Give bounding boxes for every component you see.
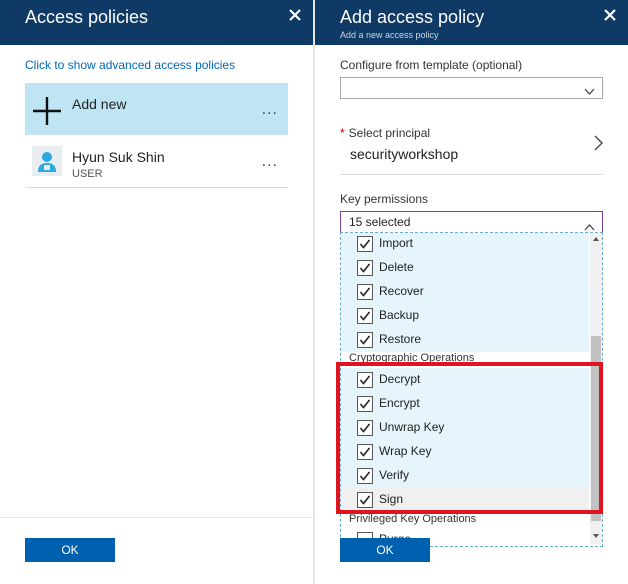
blade-title: Access policies <box>25 7 149 27</box>
select-principal[interactable]: * Select principal securityworkshop <box>340 118 603 175</box>
permission-label: Backup <box>379 308 420 322</box>
add-new-button[interactable]: Add new ... <box>25 83 288 135</box>
permission-option[interactable]: Sign <box>341 488 589 512</box>
user-avatar-icon <box>32 146 62 176</box>
permission-option[interactable]: Verify <box>341 464 589 488</box>
group-header-cryptographic: Cryptographic Operations <box>349 352 475 364</box>
permission-label: Restore <box>379 332 422 346</box>
permission-label: Decrypt <box>379 372 421 386</box>
permission-option[interactable]: Backup <box>341 304 589 328</box>
more-options-icon[interactable]: ... <box>262 101 278 119</box>
blade-title: Add access policy <box>340 7 485 27</box>
permission-option[interactable]: Recover <box>341 280 589 304</box>
group-header-privileged: Privileged Key Operations <box>349 513 477 525</box>
footer-divider <box>0 517 313 518</box>
template-dropdown[interactable] <box>340 77 603 99</box>
template-label: Configure from template (optional) <box>340 58 523 72</box>
permission-option[interactable]: Encrypt <box>341 392 589 416</box>
checkmark-icon[interactable] <box>357 444 373 460</box>
scroll-down-icon[interactable] <box>593 534 599 538</box>
permission-option[interactable]: Unwrap Key <box>341 416 589 440</box>
permission-label: Unwrap Key <box>379 420 445 434</box>
key-permissions-value: 15 selected <box>349 215 411 229</box>
permission-label: Sign <box>379 492 404 506</box>
permission-option[interactable]: Delete <box>341 256 589 280</box>
scroll-up-icon[interactable] <box>593 237 599 241</box>
permission-label: Verify <box>379 468 410 482</box>
scrollbar[interactable] <box>590 233 602 544</box>
principal-value: securityworkshop <box>350 146 459 162</box>
scroll-thumb[interactable] <box>591 336 601 521</box>
ok-button[interactable]: OK <box>340 538 430 562</box>
add-access-policy-header: Add access policy Add a new access polic… <box>315 0 628 45</box>
checkmark-icon[interactable] <box>357 332 373 348</box>
checkmark-icon[interactable] <box>357 492 373 508</box>
checkmark-icon[interactable] <box>357 468 373 484</box>
permission-label: Recover <box>379 284 424 298</box>
checkmark-icon[interactable] <box>357 372 373 388</box>
chevron-right-icon <box>594 135 603 151</box>
policy-row-user[interactable]: Hyun Suk Shin USER ... <box>25 137 288 188</box>
add-new-label: Add new <box>72 96 127 112</box>
permission-option[interactable]: Import <box>341 233 589 256</box>
more-options-icon[interactable]: ... <box>262 153 278 171</box>
chevron-down-icon <box>584 83 595 95</box>
checkmark-icon[interactable] <box>357 236 373 252</box>
key-permissions-list: Import Delete Recover Backup Restore Cry… <box>340 232 603 547</box>
plus-icon <box>33 97 61 125</box>
checkmark-icon[interactable] <box>357 284 373 300</box>
user-name: Hyun Suk Shin <box>72 149 165 165</box>
permission-option[interactable]: Wrap Key <box>341 440 589 464</box>
close-icon[interactable] <box>602 7 620 25</box>
key-permissions-dropdown[interactable]: 15 selected <box>340 211 603 233</box>
access-policies-blade: Access policies Click to show advanced a… <box>0 0 313 584</box>
ok-button[interactable]: OK <box>25 538 115 562</box>
add-access-policy-blade: Add access policy Add a new access polic… <box>315 0 628 584</box>
checkmark-icon[interactable] <box>357 308 373 324</box>
checkmark-icon[interactable] <box>357 396 373 412</box>
permission-option[interactable]: Decrypt <box>341 368 589 392</box>
principal-label: * Select principal <box>340 126 431 140</box>
permission-label: Import <box>379 236 414 250</box>
blade-subtitle: Add a new access policy <box>340 30 439 40</box>
close-icon[interactable] <box>287 7 305 25</box>
chevron-up-icon <box>584 218 595 231</box>
required-mark: * <box>340 126 345 140</box>
checkmark-icon[interactable] <box>357 260 373 276</box>
checkmark-icon[interactable] <box>357 420 373 436</box>
key-permissions-label: Key permissions <box>340 192 429 206</box>
permission-option[interactable]: Restore <box>341 328 589 352</box>
user-type: USER <box>72 168 103 180</box>
permission-label: Wrap Key <box>379 444 432 458</box>
access-policies-header: Access policies <box>0 0 313 45</box>
permission-label: Encrypt <box>379 396 420 410</box>
permission-label: Delete <box>379 260 414 274</box>
advanced-policies-link[interactable]: Click to show advanced access policies <box>25 58 235 72</box>
